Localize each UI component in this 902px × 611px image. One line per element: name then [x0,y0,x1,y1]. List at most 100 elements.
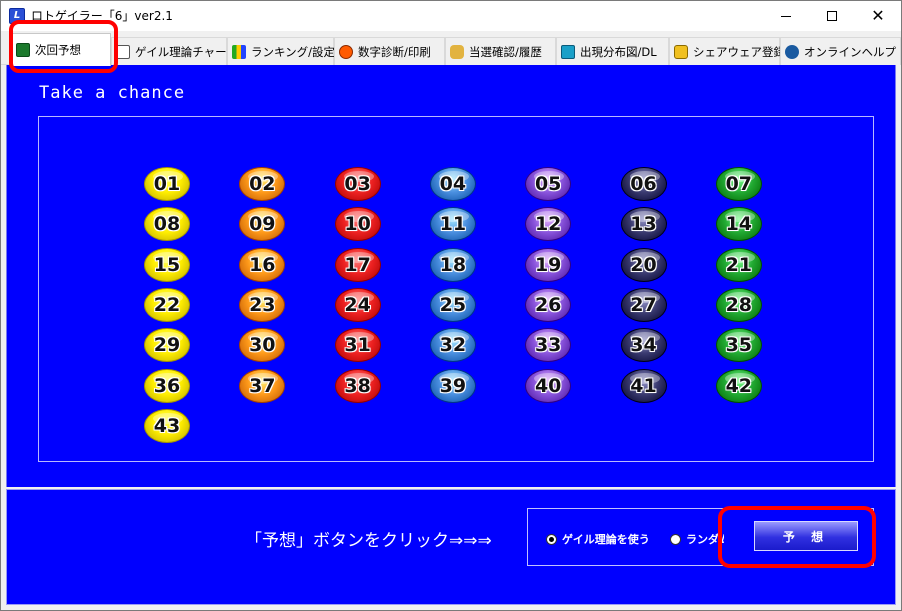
number-ball-38: 38 [334,368,381,403]
number-ball-label: 02 [249,173,276,195]
number-ball-label: 28 [725,293,753,316]
number-ball-grid: 01 02 03 04 05 06 07 08 09 10 11 12 13 14 15 16 17 18 19 20… [38,116,874,462]
number-ball-09: 09 [239,207,286,242]
instruction-text: 「予想」ボタンをクリック⇒⇒⇒ [245,531,492,551]
number-ball-label: 31 [344,334,371,357]
number-ball-19: 19 [525,247,572,282]
tab-bar: 次回予想 ゲイル理論チャート ランキング/設定 数字診断/印刷 当選確認/履歴 … [1,31,901,66]
tab-number-diagnosis[interactable]: 数字診断/印刷 [334,37,445,65]
number-ball-41: 41 [620,368,667,403]
minimize-icon [781,15,791,17]
number-ball-05: 05 [525,167,572,201]
number-ball-label: 26 [534,293,562,316]
number-ball-04: 04 [429,167,476,201]
number-ball-label: 14 [725,213,753,236]
number-ball-label: 20 [630,253,657,276]
tab-online-help[interactable]: オンラインヘルプ [780,37,901,65]
minimize-button[interactable] [763,1,809,31]
tab-shareware-registration[interactable]: シェアウェア登録 [669,37,785,65]
tab-distribution-map[interactable]: 出現分布図/DL [556,37,669,65]
number-ball-label: 17 [344,253,371,276]
close-button[interactable]: ✕ [855,1,901,31]
tab-gale-theory-chart[interactable]: ゲイル理論チャート [111,37,238,65]
title-bar[interactable]: L ロトゲイラー「6」ver2.1 ✕ [1,1,901,31]
number-ball-label: 10 [344,213,371,236]
number-ball-06: 06 [620,167,667,201]
radio-label: ゲイル理論を使う [562,533,650,546]
number-ball-30: 30 [239,328,286,363]
tab-label: シェアウェア登録 [693,44,785,59]
number-ball-28: 28 [715,287,762,322]
number-ball-label: 13 [630,213,657,236]
bar-chart-icon [232,44,246,59]
book-icon [561,44,575,59]
number-ball-10: 10 [334,207,381,242]
help-icon [785,44,799,59]
number-ball-23: 23 [239,287,286,322]
panel-heading: Take a chance [39,83,186,103]
number-ball-label: 24 [344,293,371,316]
number-ball-07: 07 [715,167,762,201]
number-ball-label: 43 [153,414,181,437]
number-ball-label: 05 [534,173,562,195]
annotation-highlight-button [718,506,876,568]
number-ball-label: 39 [439,374,467,397]
number-ball-label: 37 [249,374,276,397]
number-ball-25: 25 [429,287,476,322]
number-ball-label: 35 [725,334,753,357]
number-ball-label: 38 [344,374,371,397]
tab-label: オンラインヘルプ [804,44,896,59]
number-ball-02: 02 [239,167,286,201]
number-ball-15: 15 [144,247,190,282]
number-ball-label: 40 [534,374,562,397]
number-ball-21: 21 [715,247,762,282]
number-ball-03: 03 [334,167,381,201]
number-ball-14: 14 [715,207,762,242]
number-ball-label: 41 [630,374,657,397]
number-ball-label: 16 [249,253,276,276]
number-ball-label: 08 [153,213,181,236]
number-ball-label: 42 [725,374,753,397]
tab-label: ランキング/設定 [251,44,336,59]
number-ball-22: 22 [144,287,190,322]
number-ball-label: 12 [534,213,562,236]
tab-label: 数字診断/印刷 [358,44,431,59]
number-ball-label: 21 [725,253,753,276]
number-ball-label: 36 [153,374,181,397]
number-ball-label: 34 [630,334,657,357]
number-ball-label: 25 [439,293,467,316]
maximize-button[interactable] [809,1,855,31]
number-ball-39: 39 [429,368,476,403]
number-ball-37: 37 [239,368,286,403]
number-ball-label: 32 [439,334,467,357]
number-ball-29: 29 [144,328,190,363]
number-ball-36: 36 [144,368,190,403]
tab-label: 出現分布図/DL [580,44,657,59]
number-ball-20: 20 [620,247,667,282]
number-ball-label: 23 [249,293,276,316]
maximize-icon [827,11,837,21]
tab-winning-check-history[interactable]: 当選確認/履歴 [445,37,556,65]
close-icon: ✕ [871,6,885,25]
number-ball-24: 24 [334,287,381,322]
number-ball-34: 34 [620,328,667,363]
people-icon [450,44,464,59]
number-ball-label: 01 [153,173,181,195]
number-ball-40: 40 [525,368,572,403]
radio-gale-theory[interactable]: ゲイル理論を使う [546,531,650,547]
annotation-highlight-tab [9,20,118,73]
number-ball-label: 27 [630,293,657,316]
number-ball-label: 15 [153,253,181,276]
number-ball-11: 11 [429,207,476,242]
number-ball-label: 06 [630,173,657,195]
calendar-icon [116,44,130,59]
radio-indicator [670,533,681,545]
number-ball-label: 11 [439,213,467,236]
number-ball-17: 17 [334,247,381,282]
lock-icon [674,44,688,59]
number-ball-26: 26 [525,287,572,322]
number-ball-43: 43 [144,408,190,443]
tab-ranking-settings[interactable]: ランキング/設定 [227,37,336,65]
tab-label: ゲイル理論チャート [135,44,239,59]
prediction-panel: Take a chance 01 02 03 04 05 06 07 08 09 10 11 12 13… [6,65,896,487]
